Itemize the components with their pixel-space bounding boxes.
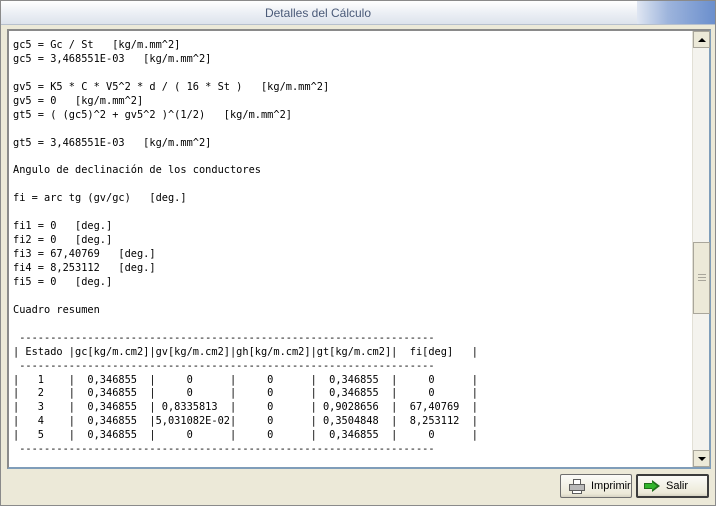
printer-icon bbox=[569, 478, 585, 494]
grip-line bbox=[698, 277, 706, 278]
report-line bbox=[13, 318, 691, 332]
print-button-label: Imprimir bbox=[591, 480, 631, 492]
report-line bbox=[13, 123, 691, 137]
report-line bbox=[13, 178, 691, 192]
report-line: fi = arc tg (gv/gc) [deg.] bbox=[13, 192, 187, 205]
title-bar: Detalles del Cálculo bbox=[1, 1, 715, 25]
report-line: gv5 = K5 * C * V5^2 * d / ( 16 * St ) [k… bbox=[13, 80, 330, 93]
report-line: | 2 | 0,346855 | 0 | 0 | 0,346855 | 0 | bbox=[13, 387, 478, 400]
scroll-down-button[interactable] bbox=[693, 450, 710, 467]
report-line: fi3 = 67,40769 [deg.] bbox=[13, 248, 156, 261]
print-button[interactable]: Imprimir bbox=[560, 474, 632, 498]
report-line: | 3 | 0,346855 | 0,8335813 | 0 | 0,90286… bbox=[13, 401, 478, 414]
grip-line bbox=[698, 280, 706, 281]
report-line: gv5 = 0 [kg/m.mm^2] bbox=[13, 94, 144, 107]
scrollbar-thumb[interactable] bbox=[693, 242, 710, 314]
title-bar-accent bbox=[637, 1, 715, 24]
report-line: gt5 = 3,468551E-03 [kg/m.mm^2] bbox=[13, 136, 212, 149]
report-line: fi5 = 0 [deg.] bbox=[13, 275, 113, 288]
report-line bbox=[13, 290, 691, 304]
report-line bbox=[13, 206, 691, 220]
green-arrow-right-icon bbox=[644, 480, 660, 492]
report-line: gt5 = ( (gc5)^2 + gv5^2 )^(1/2) [kg/m.mm… bbox=[13, 108, 292, 121]
report-line bbox=[13, 67, 691, 81]
report-line: | 1 | 0,346855 | 0 | 0 | 0,346855 | 0 | bbox=[13, 373, 478, 386]
exit-button[interactable]: Salir bbox=[636, 474, 709, 498]
report-line: gc5 = Gc / St [kg/m.mm^2] bbox=[13, 39, 181, 51]
report-line: | 5 | 0,346855 | 0 | 0 | 0,346855 | 0 | bbox=[13, 429, 478, 442]
report-line: ----------------------------------------… bbox=[13, 331, 435, 344]
report-line: | 4 | 0,346855 |5,031082E-02| 0 | 0,3504… bbox=[13, 415, 478, 428]
vertical-scrollbar[interactable] bbox=[692, 31, 710, 467]
report-line: Angulo de declinación de los conductores bbox=[13, 164, 261, 177]
report-line: | Estado |gc[kg/m.cm2]|gv[kg/m.cm2]|gh[k… bbox=[13, 345, 478, 358]
report-line: fi4 = 8,253112 [deg.] bbox=[13, 262, 156, 274]
grip-line bbox=[698, 274, 706, 275]
scroll-up-button[interactable] bbox=[693, 31, 710, 48]
report-line: ----------------------------------------… bbox=[13, 443, 435, 456]
arrow-down-icon bbox=[697, 456, 706, 461]
exit-button-label: Salir bbox=[666, 480, 689, 492]
window-title: Detalles del Cálculo bbox=[264, 6, 372, 20]
report-line: ----------------------------------------… bbox=[13, 359, 435, 372]
report-line: fi1 = 0 [deg.] bbox=[13, 220, 113, 233]
report-line: fi2 = 0 [deg.] bbox=[13, 234, 113, 247]
report-text-area[interactable]: gc5 = Gc / St [kg/m.mm^2] gc5 = 3,468551E… bbox=[7, 29, 711, 469]
calculation-details-window: Detalles del Cálculo gc5 = Gc / St [kg/m… bbox=[0, 0, 716, 506]
report-line: Cuadro resumen bbox=[13, 303, 100, 316]
report-line: gc5 = 3,468551E-03 [kg/m.mm^2] bbox=[13, 52, 212, 65]
arrow-up-icon bbox=[697, 37, 706, 42]
report-line bbox=[13, 151, 691, 165]
report-text: gc5 = Gc / St [kg/m.mm^2] gc5 = 3,468551E… bbox=[13, 39, 691, 463]
